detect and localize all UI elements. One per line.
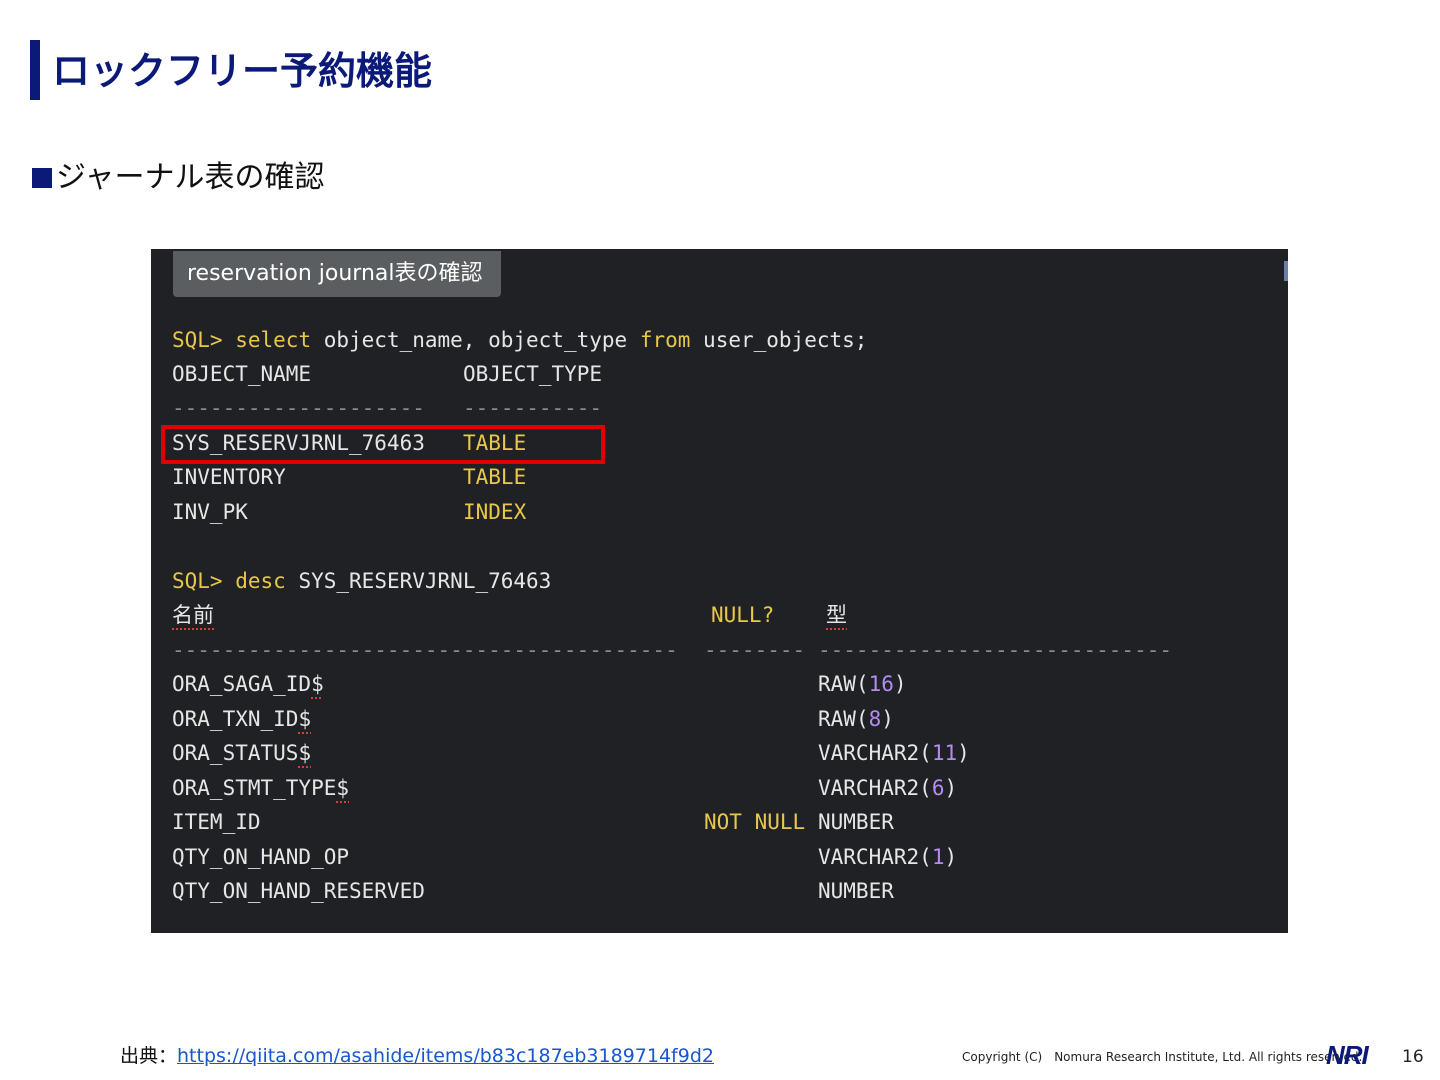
column-row: ORA_STATUS$ VARCHAR2(11) (172, 736, 970, 770)
object-name: SYS_RESERVJRNL_76463 (172, 431, 425, 455)
column-null: NOT NULL (704, 810, 806, 834)
column-type-name: VARCHAR2 (818, 741, 920, 765)
column-type: NUMBER (818, 810, 894, 834)
sql-text: SYS_RESERVJRNL_76463 (285, 569, 552, 593)
column-type: VARCHAR2(1) (818, 845, 958, 869)
terminal-screenshot: reservation journal表の確認 SQL> select obje… (151, 249, 1288, 933)
column-name-suffix: $ (336, 776, 350, 800)
column-name: QTY_ON_HAND_OP (172, 845, 350, 869)
section-heading-text: ジャーナル表の確認 (56, 160, 325, 195)
desc-separator: ----------------------------------------… (172, 633, 1172, 667)
column-name: ORA_STATUS (172, 741, 299, 765)
column-row: QTY_ON_HAND_RESERVED NUMBER (172, 874, 894, 908)
separator-type: ----------- (463, 396, 603, 420)
header-column-name: 名前 (172, 603, 214, 627)
column-type: NUMBER (818, 879, 894, 903)
table-row: SYS_RESERVJRNL_76463 TABLE (172, 426, 526, 460)
column-size: 16 (868, 672, 894, 696)
sql-text: object_name, object_type (311, 328, 640, 352)
column-type-name: VARCHAR2 (818, 845, 920, 869)
objects-header: OBJECT_NAME OBJECT_TYPE (172, 357, 602, 391)
sql-keyword-select: select (235, 328, 312, 352)
title-accent-bar (30, 40, 40, 100)
column-type-name: RAW (818, 707, 856, 731)
header-type: 型 (826, 603, 847, 627)
table-row: INVENTORY TABLE (172, 460, 526, 494)
separator-name: -------------------- (172, 396, 425, 420)
query-line-1: SQL> select object_name, object_type fro… (172, 323, 867, 357)
column-name-suffix: $ (298, 707, 312, 731)
source-link[interactable]: https://qiita.com/asahide/items/b83c187e… (177, 1045, 714, 1067)
header-object-name: OBJECT_NAME (172, 362, 312, 386)
column-name-suffix: $ (311, 672, 324, 696)
column-type: VARCHAR2(6) (818, 776, 958, 800)
column-size: 1 (931, 845, 945, 869)
column-type-name: VARCHAR2 (818, 776, 920, 800)
bullet-square-icon (32, 168, 52, 188)
column-type: VARCHAR2(11) (818, 741, 970, 765)
desc-header: 名前 NULL? 型 (172, 598, 847, 632)
column-size: 8 (868, 707, 882, 731)
separator-null: -------- (704, 638, 806, 662)
separator-type: ---------------------------- (818, 638, 1173, 662)
column-size: 6 (931, 776, 945, 800)
column-name: ORA_STMT_TYPE (172, 776, 337, 800)
page-number: 16 (1402, 1047, 1424, 1067)
column-type: RAW(8) (818, 707, 894, 731)
separator-name: ---------------------------------------- (172, 638, 678, 662)
object-name: INV_PK (172, 500, 248, 524)
copyright-text: Copyright (C) Nomura Research Institute,… (962, 1050, 1363, 1064)
column-row: ORA_SAGA_ID$ RAW(16) (172, 667, 907, 701)
column-row: ORA_STMT_TYPE$ VARCHAR2(6) (172, 771, 957, 805)
nri-logo: NRI (1326, 1040, 1369, 1070)
object-type: TABLE (463, 431, 527, 455)
column-name: ORA_SAGA_ID (172, 672, 312, 696)
source-citation: 出典：https://qiita.com/asahide/items/b83c1… (120, 1042, 714, 1070)
source-label: 出典： (120, 1045, 178, 1067)
column-type-name: RAW (818, 672, 856, 696)
section-heading: ジャーナル表の確認 (32, 158, 325, 198)
header-null: NULL? (711, 603, 775, 627)
column-row: ORA_TXN_ID$ RAW(8) (172, 702, 894, 736)
sql-keyword-from: from (639, 328, 691, 352)
sql-prompt: SQL> (172, 328, 223, 352)
page-title: ロックフリー予約機能 (52, 49, 433, 93)
sql-keyword-desc: desc (235, 569, 286, 593)
scroll-indicator (1284, 261, 1288, 281)
header-object-type: OBJECT_TYPE (463, 362, 603, 386)
column-row: QTY_ON_HAND_OP VARCHAR2(1) (172, 840, 957, 874)
column-row: ITEM_ID NOT NULL NUMBER (172, 805, 894, 839)
column-name: QTY_ON_HAND_RESERVED (172, 879, 425, 903)
sql-text: user_objects; (690, 328, 868, 352)
query-line-2: SQL> desc SYS_RESERVJRNL_76463 (172, 564, 551, 598)
object-type: INDEX (463, 500, 527, 524)
column-name-suffix: $ (298, 741, 312, 765)
column-size: 11 (931, 741, 958, 765)
column-name: ORA_TXN_ID (172, 707, 299, 731)
column-name: ITEM_ID (172, 810, 261, 834)
column-type: RAW(16) (818, 672, 907, 696)
object-type: TABLE (463, 465, 527, 489)
table-row: INV_PK INDEX (172, 495, 526, 529)
terminal-tab[interactable]: reservation journal表の確認 (173, 251, 501, 297)
objects-separator: -------------------- ----------- (172, 391, 602, 425)
object-name: INVENTORY (172, 465, 286, 489)
sql-prompt: SQL> (172, 569, 223, 593)
